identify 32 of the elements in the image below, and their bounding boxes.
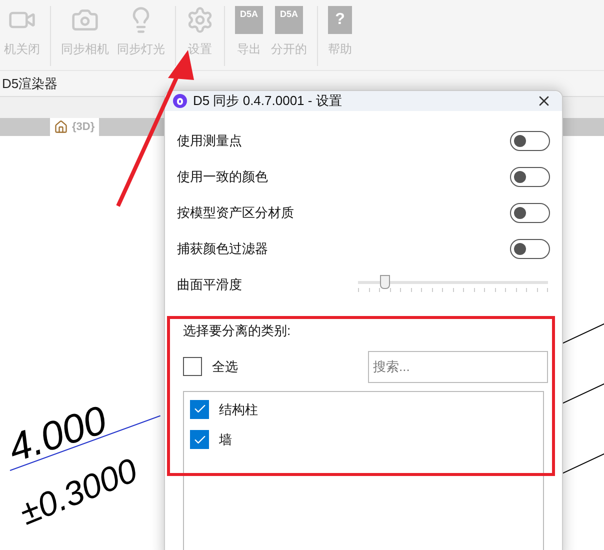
- category-checkbox[interactable]: 墙: [190, 430, 543, 450]
- file-icon: D5A: [275, 6, 303, 34]
- toggle-label: 使用一致的颜色: [177, 168, 268, 186]
- toggle-label: 捕获颜色过滤器: [177, 240, 268, 258]
- select-all-checkbox[interactable]: 全选: [183, 356, 238, 376]
- dialog-title: D5 同步 0.4.7.0001 - 设置: [193, 92, 343, 110]
- file-icon: D5A: [235, 6, 263, 34]
- toolbar-button[interactable]: D5A 导出: [231, 6, 267, 58]
- section-heading: 选择要分离的类别:: [183, 322, 292, 340]
- ribbon-group-label: D5渲染器: [2, 74, 58, 93]
- toolbar-button[interactable]: ? 帮助: [324, 6, 356, 58]
- settings-icon: [186, 6, 214, 34]
- slider-thumb[interactable]: [380, 275, 390, 289]
- home-icon: [54, 120, 68, 134]
- category-checkbox[interactable]: 结构柱: [190, 400, 543, 419]
- toggle-switch[interactable]: [510, 239, 550, 259]
- toolbar-button[interactable]: D5A 分开的: [267, 6, 311, 58]
- toggle-switch[interactable]: [510, 203, 550, 223]
- toggle-label: 按模型资产区分材质: [177, 204, 294, 222]
- toolbar-button[interactable]: 同步灯光: [113, 6, 169, 58]
- smoothness-slider[interactable]: [358, 275, 548, 295]
- app-logo-icon: [173, 94, 187, 108]
- view-tab[interactable]: {3D}: [50, 118, 99, 136]
- slider-label: 曲面平滑度: [177, 276, 242, 294]
- toggle-switch[interactable]: [510, 167, 550, 187]
- toolbar-button[interactable]: 机关闭: [0, 6, 44, 58]
- toggle-label: 使用测量点: [177, 132, 242, 150]
- help-icon: ?: [328, 6, 352, 34]
- toolbar-button[interactable]: 设置: [182, 6, 218, 58]
- search-field[interactable]: 搜索...: [368, 350, 548, 382]
- toolbar-button[interactable]: 同步相机: [57, 6, 113, 58]
- toggle-switch[interactable]: [510, 131, 550, 151]
